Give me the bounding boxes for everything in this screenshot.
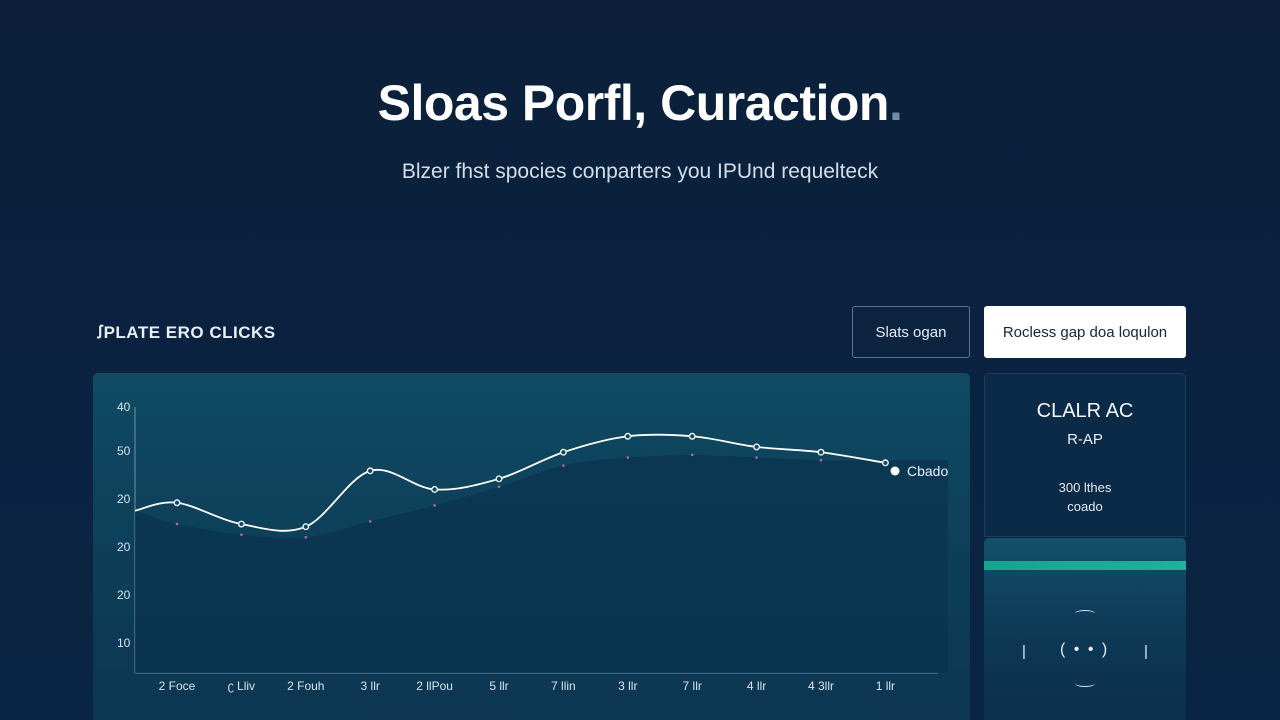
area-point	[433, 504, 436, 507]
section-label: ꭍPLATE ERO CLICKS	[97, 323, 276, 342]
data-point	[688, 432, 696, 440]
info-card-title: CLALR AC	[1036, 400, 1134, 422]
area-point	[175, 522, 179, 526]
data-point	[431, 486, 439, 493]
data-point	[624, 432, 632, 440]
page: Sloas Porfl, Curaction. Blzer fhst spoci…	[0, 0, 1280, 720]
area-point	[690, 453, 694, 457]
y-tick-label: 50	[117, 444, 131, 458]
y-tick-label: 40	[117, 400, 131, 414]
data-point	[237, 520, 245, 528]
progress-bar-fill	[984, 561, 1186, 570]
skip-back-icon[interactable]: |	[1022, 644, 1026, 659]
progress-bar[interactable]	[984, 561, 1186, 570]
x-tick-label: 2 Foce	[159, 679, 196, 693]
area-point	[497, 485, 501, 489]
volume-arc-icon	[1075, 610, 1095, 617]
page-title-text: Sloas Porfl, Curaction	[377, 75, 890, 131]
x-tick-label: 5 llr	[489, 679, 508, 693]
page-title-dot: .	[888, 75, 903, 131]
primary-button[interactable]: Rocless gap doa loqulon	[984, 306, 1186, 358]
series-area	[135, 454, 948, 673]
x-tick-label: 4 3llr	[808, 679, 834, 693]
media-player: | ( • • ) |	[984, 538, 1186, 720]
info-card-stat: 300 lthes	[1058, 480, 1112, 495]
data-point	[559, 448, 567, 456]
data-point	[495, 475, 503, 483]
info-card-subtitle: R-AP	[1067, 431, 1103, 448]
data-point	[881, 459, 889, 467]
x-tick-label: 7 llr	[683, 679, 702, 693]
area-point	[562, 464, 565, 467]
data-point	[302, 523, 310, 531]
area-point	[368, 520, 372, 523]
data-point	[173, 499, 181, 507]
secondary-button[interactable]: Slats ogan	[852, 306, 970, 358]
y-tick-label: 20	[117, 540, 131, 554]
area-point	[626, 456, 630, 459]
area-point	[755, 456, 758, 459]
x-tick-label: 3 llr	[361, 679, 380, 693]
x-tick-label: 2 llPou	[416, 679, 453, 693]
skip-forward-icon[interactable]: |	[1144, 644, 1148, 659]
chart-panel: 40 50 20 20 20 10 2 Foce ʗ Lliv 2 Fouh 3 llr 2 llP…	[93, 373, 970, 720]
info-card-stat-label: coado	[1067, 499, 1103, 514]
info-card: CLALR AC R-AP 300 lthes coado	[984, 373, 1186, 537]
x-tick-label: 3 llr	[618, 679, 637, 693]
x-tick-label: 2 Fouh	[287, 679, 324, 693]
x-tick-label: 1 llr	[876, 679, 895, 693]
legend-label: Cbado	[907, 463, 948, 479]
page-title: Sloas Porfl, Curaction.	[0, 74, 1280, 132]
play-icon[interactable]: ( • • )	[1060, 642, 1109, 658]
area-point	[304, 536, 308, 539]
page-subtitle: Blzer fhst spocies conparters you IPUnd …	[401, 160, 879, 183]
line-chart: 40 50 20 20 20 10 2 Foce ʗ Lliv 2 Fouh 3 llr 2 llP…	[117, 400, 948, 693]
legend-marker	[890, 466, 900, 476]
x-tick-label: 4 llr	[747, 679, 766, 693]
area-point	[240, 533, 243, 536]
y-tick-label: 20	[117, 588, 131, 602]
player-controls: | ( • • ) |	[984, 610, 1186, 690]
area-point	[819, 458, 823, 462]
x-tick-label: ʗ Lliv	[228, 679, 255, 693]
data-point	[817, 448, 825, 456]
data-point	[366, 467, 374, 475]
y-tick-label: 10	[117, 636, 131, 650]
y-tick-label: 20	[117, 492, 131, 506]
x-tick-label: 7 llin	[551, 679, 576, 693]
data-point	[753, 443, 761, 451]
loop-arc-icon	[1075, 680, 1095, 687]
